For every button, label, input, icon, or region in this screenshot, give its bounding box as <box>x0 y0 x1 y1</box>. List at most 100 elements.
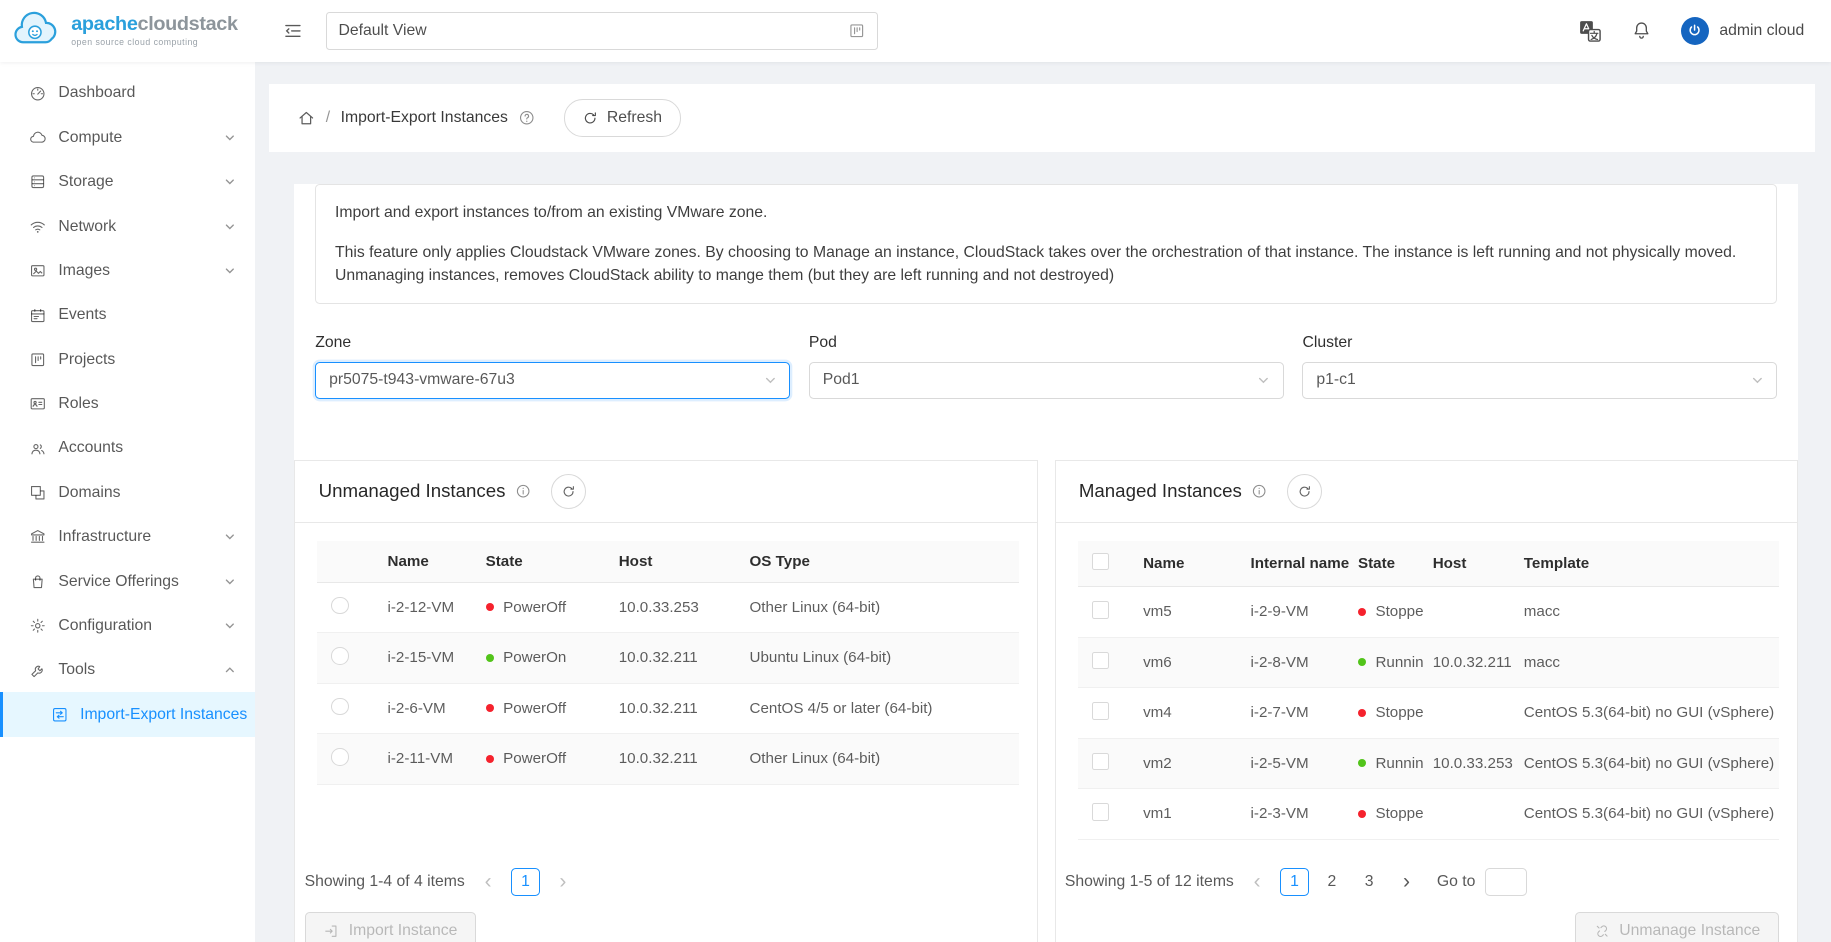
top-header: apachecloudstack open source cloud compu… <box>0 0 1831 62</box>
cell-internal-name: i-2-7-VM <box>1241 688 1348 739</box>
sidebar-item-images[interactable]: Images <box>0 249 255 293</box>
stopped-dot <box>1358 810 1366 818</box>
row-checkbox[interactable] <box>1092 652 1110 670</box>
import-export-card: Import and export instances to/from an e… <box>294 184 1798 942</box>
row-checkbox[interactable] <box>1092 601 1110 619</box>
pod-label: Pod <box>809 334 1284 352</box>
row-radio[interactable] <box>331 698 349 716</box>
app-logo[interactable]: apachecloudstack open source cloud compu… <box>0 9 255 53</box>
import-instance-button[interactable]: Import Instance <box>305 912 476 942</box>
chevron-down-icon <box>224 221 236 233</box>
managed-instances-panel: Managed Instances <box>1055 460 1799 942</box>
row-checkbox[interactable] <box>1092 753 1110 771</box>
main-content: / Import-Export Instances Refresh Import… <box>255 62 1831 942</box>
sidebar-item-domains[interactable]: Domains <box>0 471 255 515</box>
select-all-checkbox[interactable] <box>1092 553 1110 571</box>
cell-name: vm1 <box>1134 789 1241 840</box>
gear-icon <box>28 617 47 635</box>
cell-host: 10.0.33.253 <box>1423 738 1514 789</box>
sidebar-item-service-offerings[interactable]: Service Offerings <box>0 559 255 603</box>
unmanage-instance-button[interactable]: Unmanage Instance <box>1575 912 1779 942</box>
page-number-1[interactable]: 1 <box>511 868 539 896</box>
sidebar-item-configuration[interactable]: Configuration <box>0 604 255 648</box>
sidebar-item-accounts[interactable]: Accounts <box>0 426 255 470</box>
table-row: vm2 i-2-5-VM Running 10.0.33.253 CentOS … <box>1078 738 1779 789</box>
cell-internal-name: i-2-5-VM <box>1241 738 1348 789</box>
goto-page-input[interactable] <box>1485 868 1527 896</box>
user-menu[interactable]: admin cloud <box>1681 17 1804 45</box>
unmanaged-refresh-button[interactable] <box>551 474 586 509</box>
sidebar-item-storage[interactable]: Storage <box>0 160 255 204</box>
next-page-button[interactable]: › <box>1393 868 1421 896</box>
row-radio[interactable] <box>331 597 349 615</box>
header-actions: admin cloud <box>1579 17 1831 45</box>
reload-icon <box>561 484 576 499</box>
zone-select[interactable]: pr5075-t943-vmware-67u3 <box>315 362 790 399</box>
sidebar-item-dashboard[interactable]: Dashboard <box>0 71 255 115</box>
prev-page-button[interactable]: ‹ <box>474 868 502 896</box>
chevron-down-icon <box>224 265 236 277</box>
info-circle-icon[interactable] <box>515 483 531 499</box>
running-dot <box>1358 658 1366 666</box>
prev-page-button[interactable]: ‹ <box>1243 868 1271 896</box>
zone-field: Zone pr5075-t943-vmware-67u3 <box>315 334 790 399</box>
home-icon[interactable] <box>297 109 316 128</box>
shopping-icon <box>28 573 47 591</box>
row-checkbox[interactable] <box>1092 702 1110 720</box>
column-header-template: Template <box>1514 541 1778 586</box>
sidebar-item-events[interactable]: Events <box>0 293 255 337</box>
pod-select[interactable]: Pod1 <box>809 362 1284 399</box>
column-header-state: State <box>476 541 609 582</box>
cell-name: i-2-15-VM <box>378 633 476 684</box>
poweroff-dot <box>486 603 494 611</box>
notification-bell-icon[interactable] <box>1631 20 1652 41</box>
page-number-1[interactable]: 1 <box>1280 868 1308 896</box>
chevron-down-icon <box>224 176 236 188</box>
unmanaged-panel-header: Unmanaged Instances <box>295 461 1037 523</box>
managed-table-wrap: Name Internal name State Host Template <box>1056 523 1798 840</box>
sidebar-item-import-export-instances[interactable]: Import-Export Instances <box>0 692 255 736</box>
goto-label: Go to <box>1437 873 1476 891</box>
import-export-icon <box>51 706 69 724</box>
managed-refresh-button[interactable] <box>1287 474 1322 509</box>
table-row: vm4 i-2-7-VM Stopped CentOS 5.3(64-bit) … <box>1078 688 1779 739</box>
sidebar-item-compute[interactable]: Compute <box>0 116 255 160</box>
cell-name: vm2 <box>1134 738 1241 789</box>
pod-field: Pod Pod1 <box>809 334 1284 399</box>
row-radio[interactable] <box>331 647 349 665</box>
sidebar-item-infrastructure[interactable]: Infrastructure <box>0 515 255 559</box>
chevron-down-icon <box>224 531 236 543</box>
chevron-down-icon <box>224 620 236 632</box>
sidebar-item-tools[interactable]: Tools <box>0 648 255 692</box>
database-icon <box>28 173 47 191</box>
cluster-select[interactable]: p1-c1 <box>1302 362 1777 399</box>
cell-name: vm5 <box>1134 587 1241 638</box>
project-view-select[interactable]: Default View <box>326 12 878 49</box>
logo-text: apachecloudstack open source cloud compu… <box>71 15 237 47</box>
row-checkbox[interactable] <box>1092 803 1110 821</box>
description-line-2: This feature only applies Cloudstack VMw… <box>335 241 1758 288</box>
refresh-button[interactable]: Refresh <box>564 99 681 136</box>
sidebar-collapse-icon[interactable] <box>283 21 303 41</box>
cell-host: 10.0.32.211 <box>609 734 740 785</box>
translation-icon[interactable] <box>1579 20 1601 42</box>
feature-description: Import and export instances to/from an e… <box>315 184 1777 304</box>
info-circle-icon[interactable] <box>1251 483 1267 499</box>
next-page-button[interactable]: › <box>549 868 577 896</box>
sidebar-item-roles[interactable]: Roles <box>0 382 255 426</box>
page-number-3[interactable]: 3 <box>1355 868 1383 896</box>
chevron-down-icon <box>224 576 236 588</box>
help-question-icon[interactable] <box>518 109 536 127</box>
cell-internal-name: i-2-3-VM <box>1241 789 1348 840</box>
reload-icon <box>1297 484 1312 499</box>
items-summary: Showing 1-4 of 4 items <box>305 873 465 891</box>
sidebar-item-network[interactable]: Network <box>0 204 255 248</box>
page-number-2[interactable]: 2 <box>1318 868 1346 896</box>
stopped-dot <box>1358 608 1366 616</box>
sidebar-item-projects[interactable]: Projects <box>0 337 255 381</box>
unmanaged-table-wrap: Name State Host OS Type i-2 <box>295 523 1037 785</box>
unmanaged-instances-panel: Unmanaged Instances <box>294 460 1038 942</box>
logo-word-cloudstack: cloudstack <box>138 13 238 35</box>
poweroff-dot <box>486 755 494 763</box>
row-radio[interactable] <box>331 748 349 766</box>
